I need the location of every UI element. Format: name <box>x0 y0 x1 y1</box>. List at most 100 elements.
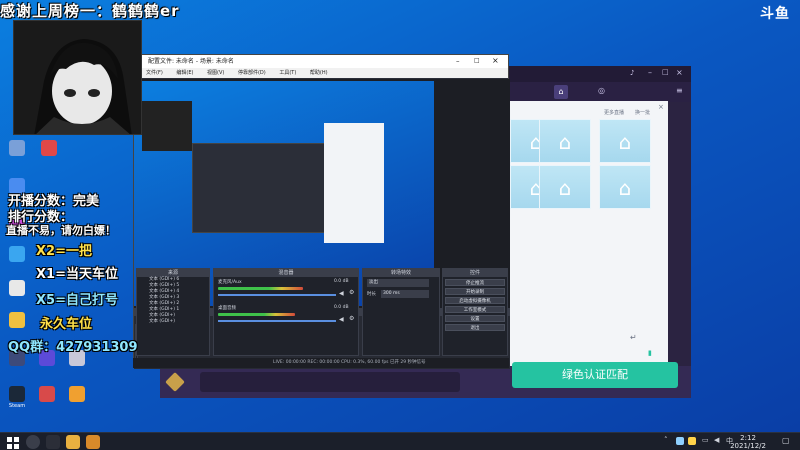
close-icon[interactable]: × <box>492 56 499 65</box>
tray-app-icon[interactable] <box>676 437 684 445</box>
browser-nav: ⌂ ◎ ≡ <box>508 82 691 102</box>
stop-stream-button[interactable]: 停止推流 <box>445 279 505 286</box>
green-match-button[interactable]: 绿色认证匹配 <box>512 362 678 388</box>
overlay-title: 感谢上周榜一：鹤鹤鹤er <box>0 2 180 20</box>
gear-icon[interactable]: ⚙ <box>349 289 354 296</box>
menu-edit[interactable]: 编辑(E) <box>176 70 193 76</box>
desktop-icon[interactable] <box>6 280 28 297</box>
close-icon[interactable]: × <box>676 68 683 77</box>
transitions-dock-head: 转场特效 <box>363 269 439 277</box>
anime-avatar-image <box>14 21 141 134</box>
overlay-line-permanent: 永久车位 <box>40 317 93 332</box>
streamer-avatar <box>13 20 142 135</box>
minimize-icon[interactable]: – <box>648 68 652 77</box>
taskbar: ˄ ▭ ◀ 中 2:12 2021/12/2 ▢ <box>0 432 800 450</box>
app-taskbar-icon[interactable] <box>46 435 60 449</box>
sources-dock: 来源 文本 (GDI+) 6 文本 (GDI+) 5 文本 (GDI+) 4 文… <box>136 268 210 356</box>
obs-title: 配置文件: 未命名 - 场景: 未命名 <box>134 55 508 68</box>
menu-view[interactable]: 视图(V) <box>207 70 224 76</box>
exit-button[interactable]: 退出 <box>445 324 505 331</box>
source-item[interactable]: 文本 (GDI+) <box>137 319 209 325</box>
room-card[interactable]: ⌂ <box>599 119 651 163</box>
maximize-icon[interactable]: □ <box>662 68 669 76</box>
room-card[interactable]: ⌂ <box>599 165 651 209</box>
network-icon[interactable]: ▭ <box>702 436 709 444</box>
duration-input[interactable]: 300 ms <box>381 290 429 298</box>
mixer-meter <box>218 313 295 316</box>
room-card[interactable]: ⌂ <box>539 119 591 163</box>
overlay-line-x1: X1=当天车位 <box>36 267 118 282</box>
virtual-camera-button[interactable]: 启动虚拟摄像机 <box>445 297 505 304</box>
undo-icon[interactable]: ↵ <box>630 333 637 342</box>
settings-button[interactable]: 设置 <box>445 315 505 322</box>
windows-start-icon[interactable] <box>6 435 20 449</box>
desktop-icon[interactable] <box>6 246 28 263</box>
controls-dock: 控件 停止推流 开始录制 启动虚拟摄像机 工作室模式 设置 退出 <box>442 268 508 356</box>
desktop-icon[interactable] <box>66 386 88 403</box>
switch-batch-tab[interactable]: 换一批 <box>635 109 650 116</box>
desktop-icon-column: Steam <box>6 140 85 430</box>
obs-status-bar: LIVE: 00:00:00 REC: 00:00:00 CPU: 0.3%, … <box>133 358 509 368</box>
obs-menubar: 文件(F) 编辑(E) 视图(V) 停靠部件(D) 工具(T) 帮助(H) <box>134 68 508 78</box>
clock-time: 2:12 <box>740 434 756 442</box>
app-taskbar-icon[interactable] <box>86 435 100 449</box>
nested-avatar <box>142 101 192 151</box>
bell-icon[interactable]: ♪ <box>630 69 634 77</box>
desktop-icon[interactable] <box>6 140 28 157</box>
overlay-line-x5: X5=自己打号 <box>36 293 118 308</box>
controls-dock-head: 控件 <box>443 269 507 277</box>
nested-preview <box>192 143 332 233</box>
mixer-volume-slider[interactable] <box>218 294 336 296</box>
desktop-icon[interactable] <box>38 140 60 157</box>
transition-select[interactable]: 淡出 <box>367 279 429 287</box>
more-live-tab[interactable]: 更多直播 <box>604 109 624 116</box>
tray-app-icon[interactable] <box>688 437 696 445</box>
minimize-icon[interactable]: – <box>456 57 460 65</box>
menu-tools[interactable]: 工具(T) <box>279 70 296 76</box>
chat-input[interactable] <box>200 372 460 392</box>
gift-icon[interactable] <box>165 372 185 392</box>
preview-side-panel <box>324 123 384 243</box>
sources-dock-head: 来源 <box>137 269 209 277</box>
volume-icon[interactable]: ◀ <box>714 436 719 444</box>
overlay-line-x2: X2=一把 <box>36 244 92 259</box>
obs-taskbar-icon[interactable] <box>26 435 40 449</box>
match-panel: 更多直播 换一批 × ⌂ ⌂ ⌂ ⌂ ⌂ ⌂ ↵ ▮ <box>508 101 668 366</box>
app-taskbar-icon[interactable] <box>66 435 80 449</box>
clock-date: 2021/12/2 <box>730 442 766 450</box>
speaker-icon[interactable]: ◀ <box>339 316 344 323</box>
gamepad-icon[interactable]: ◎ <box>598 86 605 95</box>
tray-chevron-icon[interactable]: ˄ <box>664 436 668 444</box>
notification-icon[interactable]: ▢ <box>782 436 790 445</box>
overlay-line-notice: 直播不易，请勿白嫖！ <box>6 224 116 237</box>
voice-icon[interactable]: ▮ <box>648 349 652 357</box>
mixer-meter <box>218 287 303 290</box>
steam-icon[interactable]: Steam <box>6 386 28 409</box>
menu-icon[interactable]: ≡ <box>676 86 683 95</box>
douyu-logo: 斗鱼 <box>760 6 790 22</box>
gear-icon[interactable]: ⚙ <box>349 315 354 322</box>
mixer-volume-slider[interactable] <box>218 320 336 322</box>
start-record-button[interactable]: 开始录制 <box>445 288 505 295</box>
room-card[interactable]: ⌂ <box>539 165 591 209</box>
overlay-line-qq: QQ群：427931309 <box>8 340 138 355</box>
menu-help[interactable]: 帮助(H) <box>310 70 328 76</box>
desktop-icon[interactable] <box>36 386 58 403</box>
speaker-icon[interactable]: ◀ <box>339 290 344 297</box>
maximize-icon[interactable]: □ <box>474 57 480 64</box>
mixer-channel-db: 0.0 dB <box>334 279 349 284</box>
home-icon[interactable]: ⌂ <box>554 85 568 99</box>
close-icon[interactable]: × <box>658 103 664 111</box>
status-text: LIVE: 00:00:00 REC: 00:00:00 CPU: 0.3%, … <box>273 360 426 365</box>
mixer-channel-name: 麦克风/Aux <box>218 280 242 285</box>
studio-mode-button[interactable]: 工作室模式 <box>445 306 505 313</box>
duration-label: 时长 <box>367 292 376 297</box>
mixer-dock: 混音器 麦克风/Aux 0.0 dB ◀ ⚙ 桌面音频 0.0 dB ◀ ⚙ <box>213 268 359 356</box>
mixer-channel-db: 0.0 dB <box>334 305 349 310</box>
mixer-dock-head: 混音器 <box>214 269 358 277</box>
taskbar-clock[interactable]: 2:12 2021/12/2 <box>730 434 766 450</box>
menu-docks[interactable]: 停靠部件(D) <box>238 70 266 76</box>
menu-file[interactable]: 文件(F) <box>146 70 163 76</box>
mixer-channel-name: 桌面音频 <box>218 306 236 311</box>
desktop-icon[interactable] <box>6 312 28 329</box>
